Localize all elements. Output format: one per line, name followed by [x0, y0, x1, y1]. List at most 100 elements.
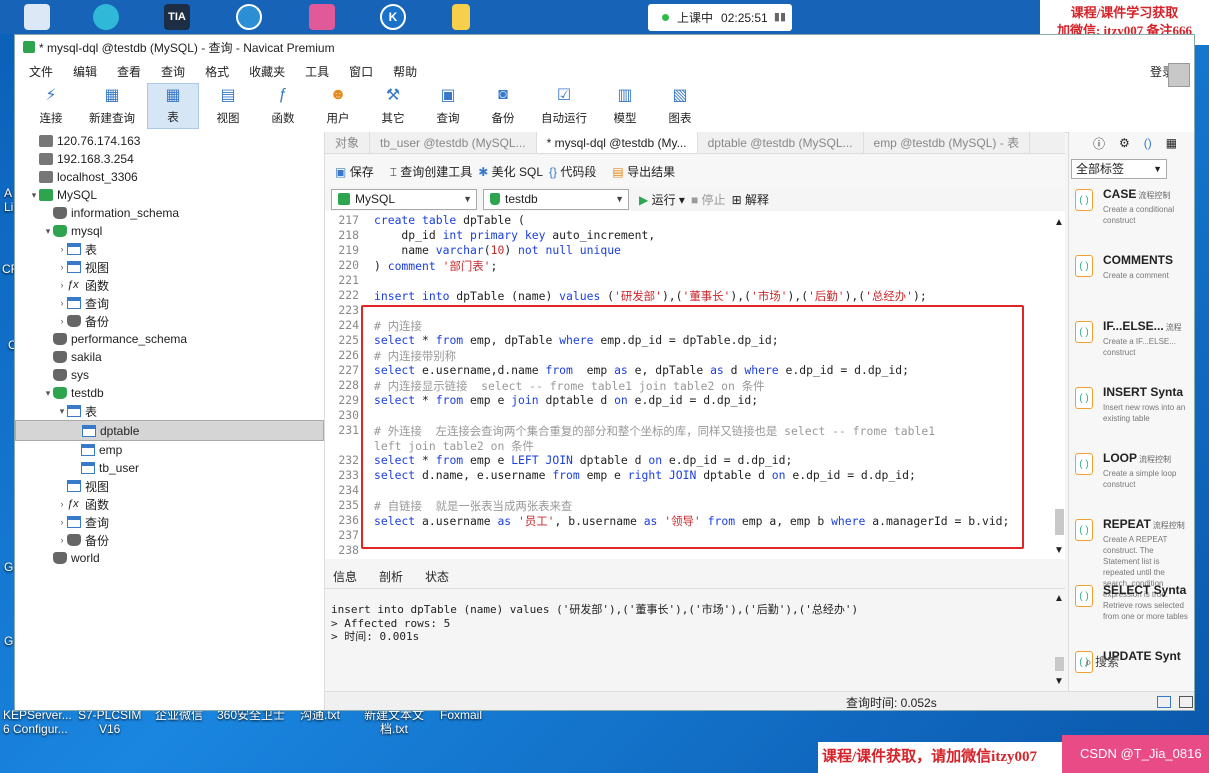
- app2-icon[interactable]: [309, 4, 335, 30]
- chevron-icon[interactable]: ▾: [57, 406, 67, 417]
- toolbar-button[interactable]: ƒ 函数: [257, 83, 309, 129]
- beautify-sql-button[interactable]: ✱ 美化 SQL: [478, 163, 543, 180]
- desktop-icon-kepserver[interactable]: KEPServer... 6 Configur...: [3, 708, 72, 736]
- snippet-item[interactable]: ( ) SELECT Synta Retrieve rows selected fr…: [1069, 579, 1194, 645]
- toolbar-button[interactable]: ▦ 新建查询: [80, 83, 144, 129]
- snippet-item[interactable]: ( ) CASE 流程控制 Create a conditional construc…: [1069, 183, 1194, 249]
- chevron-icon[interactable]: ›: [57, 499, 67, 509]
- chevron-icon[interactable]: ›: [57, 517, 67, 527]
- menu-item[interactable]: 收藏夹: [239, 63, 295, 80]
- tab-1[interactable]: tb_user @testdb (MySQL...: [370, 132, 537, 153]
- sql-editor[interactable]: 217 create table dpTable (218 dp_id int p…: [325, 211, 1065, 559]
- menu-item[interactable]: 编辑: [63, 63, 107, 80]
- menu-item[interactable]: 格式: [195, 63, 239, 80]
- tree-item[interactable]: ▾ MySQL: [15, 186, 324, 204]
- tree-item[interactable]: information_schema: [15, 204, 324, 222]
- tab-4[interactable]: emp @testdb (MySQL) - 表: [864, 132, 1031, 153]
- toolbar-button[interactable]: ▣ 查询: [422, 83, 474, 129]
- scroll-down-icon[interactable]: ▼: [1054, 545, 1064, 556]
- toolbar-button[interactable]: ◙ 备份: [477, 83, 529, 129]
- chevron-icon[interactable]: ›: [57, 244, 67, 254]
- export-results-button[interactable]: ▤ 导出结果: [612, 163, 675, 180]
- chevron-icon[interactable]: ›: [57, 280, 67, 290]
- toolbar-button[interactable]: ▥ 模型: [599, 83, 651, 129]
- tree-item[interactable]: › 备份: [15, 312, 324, 330]
- tree-item[interactable]: sys: [15, 366, 324, 384]
- connection-select[interactable]: MySQL ▼: [331, 188, 477, 210]
- chevron-icon[interactable]: ›: [57, 298, 67, 308]
- toolbar-button[interactable]: ⚡ 连接: [25, 83, 77, 129]
- tree-item[interactable]: dptable: [15, 420, 324, 441]
- run-button[interactable]: ▶ 运行 ▾: [639, 191, 685, 208]
- windows-icon[interactable]: [24, 4, 50, 30]
- chevron-icon[interactable]: ›: [57, 535, 67, 545]
- window-titlebar[interactable]: * mysql-dql @testdb (MySQL) - 查询 - Navic…: [15, 35, 1194, 59]
- tree-item[interactable]: 视图: [15, 477, 324, 495]
- tab-2[interactable]: * mysql-dql @testdb (My...: [536, 132, 698, 153]
- info-icon[interactable]: ⓘ: [1093, 135, 1105, 152]
- layout-icon[interactable]: [1156, 696, 1171, 708]
- folder-icon[interactable]: [452, 4, 470, 30]
- pause-icon[interactable]: ▮▮: [774, 10, 786, 23]
- msg-scroll-thumb[interactable]: [1055, 657, 1064, 671]
- tree-item[interactable]: › 备份: [15, 531, 324, 549]
- menu-item[interactable]: 查看: [107, 63, 151, 80]
- tree-item[interactable]: emp: [15, 441, 324, 459]
- chevron-icon[interactable]: ›: [57, 316, 67, 326]
- tree-item[interactable]: 192.168.3.254: [15, 150, 324, 168]
- scroll-up-icon[interactable]: ▲: [1054, 217, 1064, 228]
- menu-item[interactable]: 文件: [19, 63, 63, 80]
- tree-item[interactable]: › ƒx 函数: [15, 276, 324, 294]
- chevron-icon[interactable]: ▾: [43, 226, 53, 237]
- toolbar-button[interactable]: ⚒ 其它: [367, 83, 419, 129]
- tab-0[interactable]: 对象: [325, 132, 371, 153]
- snippet-item[interactable]: ( ) INSERT Synta Insert new rows into an e…: [1069, 381, 1194, 447]
- info-tab-2[interactable]: 状态: [425, 568, 449, 585]
- info-tab-1[interactable]: 剖析: [379, 568, 403, 585]
- tree-item[interactable]: ▾ mysql: [15, 222, 324, 240]
- calendar-icon[interactable]: ▦: [1166, 136, 1177, 150]
- msg-scroll-up-icon[interactable]: ▲: [1054, 593, 1064, 604]
- toolbar-button[interactable]: ▧ 图表: [654, 83, 706, 129]
- code-icon[interactable]: (): [1144, 136, 1152, 150]
- chevron-icon[interactable]: ›: [57, 262, 67, 272]
- app-icon[interactable]: [236, 4, 262, 30]
- scroll-thumb[interactable]: [1055, 509, 1064, 535]
- menu-item[interactable]: 工具: [295, 63, 339, 80]
- tree-item[interactable]: ▾ testdb: [15, 384, 324, 402]
- toolbar-button[interactable]: ▦ 表: [147, 83, 199, 129]
- snippet-item[interactable]: ( ) REPEAT 流程控制 Create A REPEAT construct. …: [1069, 513, 1194, 599]
- tree-item[interactable]: localhost_3306: [15, 168, 324, 186]
- layout-icon-2[interactable]: [1178, 696, 1193, 708]
- gear-icon[interactable]: ⚙: [1119, 136, 1130, 150]
- tree-item[interactable]: › 查询: [15, 294, 324, 312]
- save-button[interactable]: ▣ 保存: [335, 163, 374, 180]
- tree-item[interactable]: › 查询: [15, 513, 324, 531]
- menu-item[interactable]: 查询: [151, 63, 195, 80]
- database-select[interactable]: testdb ▼: [483, 188, 629, 210]
- tree-item[interactable]: › 视图: [15, 258, 324, 276]
- menu-item[interactable]: 帮助: [383, 63, 427, 80]
- toolbar-button[interactable]: ☑ 自动运行: [532, 83, 596, 129]
- tia-icon[interactable]: TIA: [164, 4, 190, 30]
- avatar[interactable]: [1168, 63, 1190, 87]
- explain-button[interactable]: ⊞ 解释: [732, 191, 769, 208]
- edge-icon[interactable]: [93, 4, 119, 30]
- snippet-item[interactable]: ( ) COMMENTS Create a comment: [1069, 249, 1194, 315]
- tree-item[interactable]: performance_schema: [15, 330, 324, 348]
- tree-item[interactable]: tb_user: [15, 459, 324, 477]
- toolbar-button[interactable]: ▤ 视图: [202, 83, 254, 129]
- query-builder-button[interactable]: ⌶ 查询创建工具: [390, 163, 473, 180]
- tree-item[interactable]: ▾ 表: [15, 402, 324, 420]
- tree-item[interactable]: world: [15, 549, 324, 567]
- menu-item[interactable]: 窗口: [339, 63, 383, 80]
- info-tab-0[interactable]: 信息: [333, 568, 357, 585]
- chevron-icon[interactable]: ▾: [43, 388, 53, 399]
- editor-scrollbar[interactable]: ▲ ▼: [1052, 211, 1066, 559]
- class-timer[interactable]: 上课中 02:25:51 ▮▮: [648, 4, 792, 31]
- desktop-icon-txt2[interactable]: 新建文本文 档.txt: [364, 708, 424, 736]
- tree-item[interactable]: › 表: [15, 240, 324, 258]
- toolbar-button[interactable]: ☻ 用户: [312, 83, 364, 129]
- desktop-icon-plcsim[interactable]: S7-PLCSIM V16: [78, 708, 141, 736]
- snippet-search[interactable]: ⌕ 搜索: [1069, 653, 1194, 671]
